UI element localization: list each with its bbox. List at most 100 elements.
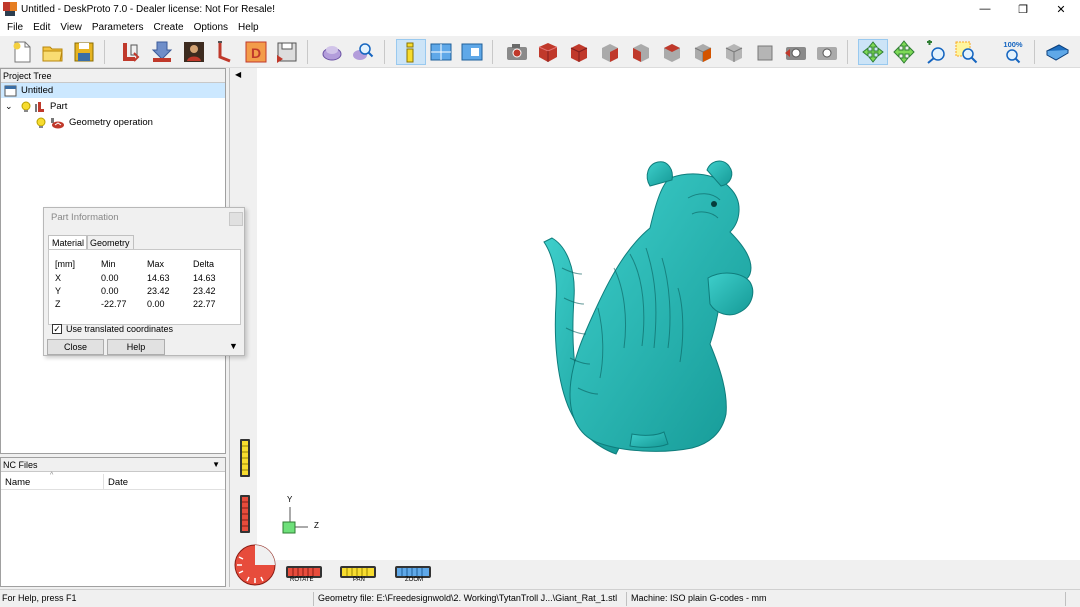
- view-side-icon[interactable]: [752, 39, 778, 65]
- lightbulb-icon[interactable]: [21, 101, 31, 113]
- tree-item-geometry-operation[interactable]: Geometry operation: [1, 115, 225, 130]
- new-file-icon[interactable]: [9, 39, 35, 65]
- layout-view-icon[interactable]: [428, 39, 454, 65]
- toolpath-icon[interactable]: [212, 39, 238, 65]
- menu-parameters[interactable]: Parameters: [87, 22, 149, 33]
- view-back-icon[interactable]: [597, 39, 623, 65]
- rotate-mode-button[interactable]: [858, 39, 888, 65]
- yellow-slider-icon[interactable]: [239, 438, 251, 478]
- title-bar: Untitled - DeskProto 7.0 - Dealer licens…: [0, 0, 1080, 18]
- table-cell: 23.42: [193, 286, 216, 296]
- lightbulb-icon[interactable]: [36, 117, 46, 129]
- menu-file[interactable]: File: [2, 22, 28, 33]
- tree-item-untitled[interactable]: Untitled: [1, 83, 225, 98]
- checkbox-label: Use translated coordinates: [66, 324, 174, 334]
- save-nc-icon[interactable]: [274, 39, 300, 65]
- zoom-100-button[interactable]: 100%: [998, 39, 1028, 65]
- previous-view-icon[interactable]: [783, 39, 809, 65]
- view-front-icon[interactable]: [566, 39, 592, 65]
- tree-item-part[interactable]: ⌄ Part: [1, 99, 225, 114]
- collapse-panel-icon[interactable]: ◀: [235, 70, 241, 79]
- view-top-icon[interactable]: [690, 39, 716, 65]
- part-icon: [35, 101, 44, 112]
- help-button[interactable]: Help: [107, 339, 165, 355]
- drilling-operation-icon[interactable]: D: [243, 39, 269, 65]
- nc-col-date[interactable]: Date: [108, 477, 128, 488]
- nc-files-column-header: Name ^ Date: [1, 472, 225, 490]
- view-control-strip: ROTATE PAN ZOOM: [230, 544, 1080, 587]
- dialog-table: [mm] Min Max Delta X 0.00 14.63 14.63 Y …: [48, 249, 241, 325]
- view-iso-icon[interactable]: [535, 39, 561, 65]
- menu-create[interactable]: Create: [149, 22, 189, 33]
- status-bar: For Help, press F1 Geometry file: E:\Fre…: [0, 589, 1080, 607]
- save-icon[interactable]: [71, 39, 97, 65]
- zoom-label: ZOOM: [405, 577, 423, 583]
- tree-part-label: Part: [50, 101, 68, 112]
- 3d-viewport[interactable]: ◀ Y Z ROTATE PAN ZOOM: [229, 68, 1080, 587]
- view-bottom-icon[interactable]: [721, 39, 747, 65]
- dropdown-arrow-icon[interactable]: ▼: [212, 458, 220, 472]
- nc-files-panel: NC Files ▼ Name ^ Date: [0, 457, 226, 587]
- next-view-icon[interactable]: [814, 39, 840, 65]
- zoom-window-icon[interactable]: [953, 39, 979, 65]
- menu-options[interactable]: Options: [189, 22, 233, 33]
- table-cell: X: [55, 273, 62, 283]
- nc-files-header: NC Files: [3, 460, 38, 470]
- part-preview-icon[interactable]: [181, 39, 207, 65]
- part-information-dialog: Part Information Material Geometry [mm] …: [43, 207, 245, 356]
- rotate-dial-icon[interactable]: [233, 543, 277, 587]
- menu-view[interactable]: View: [55, 22, 87, 33]
- axis-y-label: Y: [287, 495, 293, 504]
- table-cell: 0.00: [147, 299, 165, 309]
- nc-col-name[interactable]: Name: [5, 477, 30, 488]
- simulate-icon[interactable]: [319, 39, 345, 65]
- table-header: [mm]: [55, 259, 75, 269]
- camera-icon[interactable]: [504, 39, 530, 65]
- project-tree-header: Project Tree: [1, 69, 225, 83]
- menu-bar: File Edit View Parameters Create Options…: [0, 18, 1080, 36]
- tree-operation-label: Geometry operation: [69, 117, 153, 128]
- tab-geometry[interactable]: Geometry: [86, 235, 134, 249]
- table-header: Delta: [193, 259, 215, 269]
- part-info-button[interactable]: [396, 39, 426, 65]
- import-geometry-icon[interactable]: [117, 39, 143, 65]
- 3d-rat-model: [543, 160, 754, 455]
- info-icon: [406, 42, 414, 63]
- dialog-close-button[interactable]: [229, 212, 243, 226]
- close-button[interactable]: Close: [47, 339, 104, 355]
- table-cell: 14.63: [193, 273, 216, 283]
- translated-coordinates-option[interactable]: ✓ Use translated coordinates: [52, 322, 173, 336]
- geometry-operation-icon: [51, 117, 64, 128]
- red-slider-icon[interactable]: [239, 494, 251, 534]
- chevron-down-icon[interactable]: ⌄: [5, 101, 15, 112]
- table-cell: 0.00: [101, 286, 119, 296]
- help-book-icon[interactable]: [1044, 39, 1070, 65]
- table-cell: -22.77: [101, 299, 127, 309]
- app-logo-icon: [3, 2, 17, 16]
- pan-arrows-icon[interactable]: [891, 39, 917, 65]
- zoom-in-icon[interactable]: [922, 39, 948, 65]
- svg-text:D: D: [251, 45, 261, 61]
- expand-dialog-icon[interactable]: ▼: [229, 341, 238, 351]
- table-cell: 0.00: [101, 273, 119, 283]
- table-cell: 23.42: [147, 286, 170, 296]
- view-left-icon[interactable]: [628, 39, 654, 65]
- restore-button[interactable]: ❐: [1004, 0, 1042, 18]
- tab-material[interactable]: Material: [48, 235, 89, 249]
- close-window-button[interactable]: ✕: [1042, 0, 1080, 18]
- menu-edit[interactable]: Edit: [28, 22, 55, 33]
- sort-indicator-icon: ^: [50, 472, 54, 479]
- axis-triad-icon: [282, 507, 308, 534]
- view-right-icon[interactable]: [659, 39, 685, 65]
- menu-help[interactable]: Help: [233, 22, 264, 33]
- translated-coordinates-checkbox[interactable]: ✓: [52, 324, 62, 334]
- table-cell: 14.63: [147, 273, 170, 283]
- axis-z-label: Z: [314, 521, 319, 530]
- views-list-icon[interactable]: [459, 39, 485, 65]
- open-folder-icon[interactable]: [40, 39, 66, 65]
- status-help-text: For Help, press F1: [2, 593, 77, 603]
- pan-label: PAN: [353, 577, 365, 583]
- minimize-button[interactable]: —: [966, 0, 1004, 18]
- move-part-icon[interactable]: [149, 39, 175, 65]
- inspect-icon[interactable]: [350, 39, 376, 65]
